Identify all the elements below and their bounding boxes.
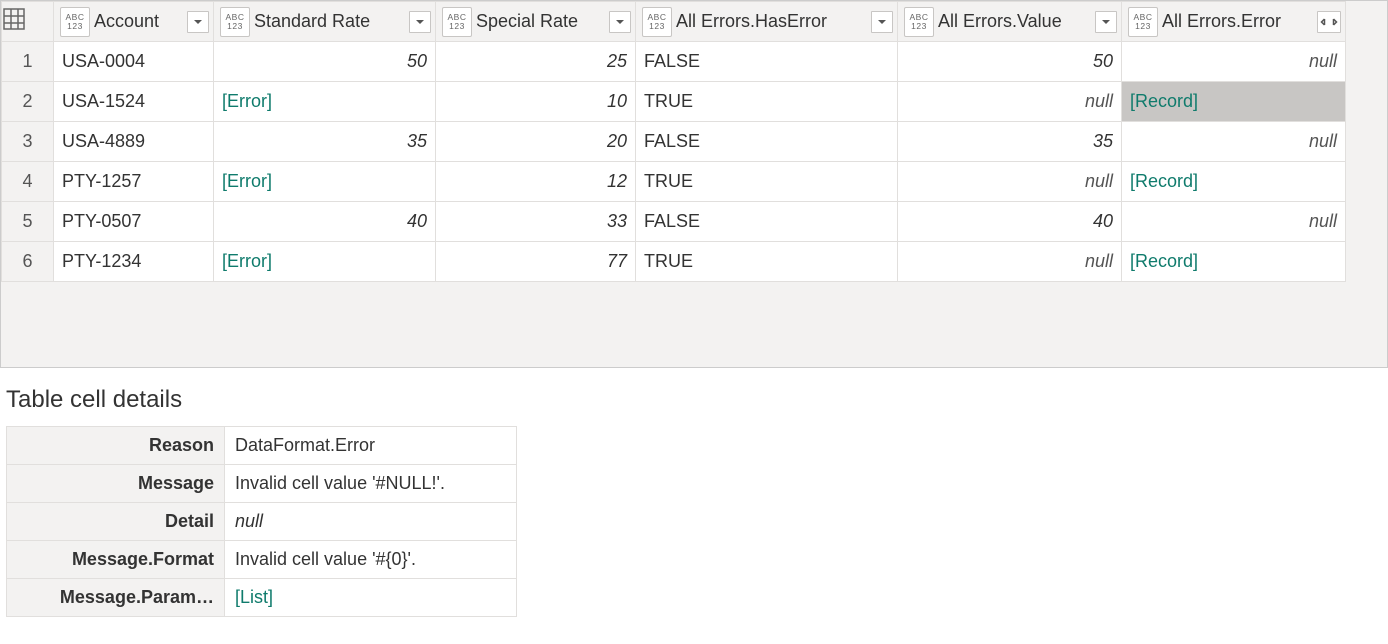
table-icon	[2, 7, 26, 31]
cell[interactable]: 20	[436, 122, 636, 162]
cell[interactable]: null	[898, 82, 1122, 122]
filter-dropdown-button[interactable]	[409, 11, 431, 33]
filter-dropdown-button[interactable]	[187, 11, 209, 33]
datatype-any-icon[interactable]: ABC123	[1128, 7, 1158, 37]
details-row: Detailnull	[7, 503, 517, 541]
details-value: null	[225, 503, 517, 541]
cell[interactable]: FALSE	[636, 42, 898, 82]
column-header-label: Account	[94, 11, 183, 32]
table-row[interactable]: 4PTY-1257[Error]12TRUEnull[Record]	[2, 162, 1346, 202]
table-row[interactable]: 1USA-00045025FALSE50null	[2, 42, 1346, 82]
cell[interactable]: 33	[436, 202, 636, 242]
cell[interactable]: 25	[436, 42, 636, 82]
row-number[interactable]: 2	[2, 82, 54, 122]
datatype-any-icon[interactable]: ABC123	[220, 7, 250, 37]
cell[interactable]: [Error]	[214, 82, 436, 122]
cell[interactable]: FALSE	[636, 202, 898, 242]
row-number[interactable]: 4	[2, 162, 54, 202]
cell[interactable]: null	[1122, 202, 1346, 242]
cell[interactable]: PTY-1257	[54, 162, 214, 202]
cell[interactable]: null	[1122, 122, 1346, 162]
details-label: Message	[7, 465, 225, 503]
row-number[interactable]: 5	[2, 202, 54, 242]
details-label: Message.Format	[7, 541, 225, 579]
cell[interactable]: null	[898, 162, 1122, 202]
cell[interactable]: [Record]	[1122, 82, 1346, 122]
cell[interactable]: TRUE	[636, 162, 898, 202]
details-table: ReasonDataFormat.ErrorMessageInvalid cel…	[6, 426, 517, 617]
cell[interactable]: 50	[214, 42, 436, 82]
cell[interactable]: [Error]	[214, 242, 436, 282]
row-number[interactable]: 6	[2, 242, 54, 282]
table-row[interactable]: 2USA-1524[Error]10TRUEnull[Record]	[2, 82, 1346, 122]
data-grid: ABC123AccountABC123Standard RateABC123Sp…	[0, 0, 1388, 368]
details-label: Message.Param…	[7, 579, 225, 617]
datatype-any-icon[interactable]: ABC123	[642, 7, 672, 37]
column-header[interactable]: ABC123All Errors.HasError	[636, 2, 898, 42]
table-row[interactable]: 6PTY-1234[Error]77TRUEnull[Record]	[2, 242, 1346, 282]
data-table: ABC123AccountABC123Standard RateABC123Sp…	[1, 1, 1346, 282]
details-body: ReasonDataFormat.ErrorMessageInvalid cel…	[7, 427, 517, 617]
details-row: ReasonDataFormat.Error	[7, 427, 517, 465]
cell[interactable]: USA-0004	[54, 42, 214, 82]
table-row[interactable]: 5PTY-05074033FALSE40null	[2, 202, 1346, 242]
row-number[interactable]: 3	[2, 122, 54, 162]
filter-dropdown-button[interactable]	[1095, 11, 1117, 33]
details-title: Table cell details	[6, 386, 1388, 414]
header-row: ABC123AccountABC123Standard RateABC123Sp…	[2, 2, 1346, 42]
cell[interactable]: USA-1524	[54, 82, 214, 122]
cell[interactable]: TRUE	[636, 242, 898, 282]
column-header-label: All Errors.HasError	[676, 11, 867, 32]
cell[interactable]: 35	[898, 122, 1122, 162]
column-header[interactable]: ABC123Standard Rate	[214, 2, 436, 42]
cell[interactable]: TRUE	[636, 82, 898, 122]
cell[interactable]: 77	[436, 242, 636, 282]
cell[interactable]: 50	[898, 42, 1122, 82]
cell[interactable]: 40	[898, 202, 1122, 242]
details-label: Reason	[7, 427, 225, 465]
datatype-any-icon[interactable]: ABC123	[904, 7, 934, 37]
column-header[interactable]: ABC123All Errors.Error	[1122, 2, 1346, 42]
cell[interactable]: [Record]	[1122, 242, 1346, 282]
cell[interactable]: 10	[436, 82, 636, 122]
cell[interactable]: USA-4889	[54, 122, 214, 162]
cell[interactable]: [Record]	[1122, 162, 1346, 202]
select-all-corner[interactable]	[2, 2, 54, 42]
filter-dropdown-button[interactable]	[609, 11, 631, 33]
details-value: Invalid cell value '#{0}'.	[225, 541, 517, 579]
cell[interactable]: null	[898, 242, 1122, 282]
column-header[interactable]: ABC123All Errors.Value	[898, 2, 1122, 42]
details-value: Invalid cell value '#NULL!'.	[225, 465, 517, 503]
cell[interactable]: null	[1122, 42, 1346, 82]
column-header[interactable]: ABC123Special Rate	[436, 2, 636, 42]
cell[interactable]: 35	[214, 122, 436, 162]
column-header-label: Standard Rate	[254, 11, 405, 32]
details-row: Message.Param…[List]	[7, 579, 517, 617]
details-value[interactable]: [List]	[225, 579, 517, 617]
details-label: Detail	[7, 503, 225, 541]
datatype-any-icon[interactable]: ABC123	[442, 7, 472, 37]
details-row: MessageInvalid cell value '#NULL!'.	[7, 465, 517, 503]
cell[interactable]: PTY-0507	[54, 202, 214, 242]
table-body: 1USA-00045025FALSE50null2USA-1524[Error]…	[2, 42, 1346, 282]
cell[interactable]: [Error]	[214, 162, 436, 202]
column-header-label: All Errors.Value	[938, 11, 1091, 32]
expand-column-button[interactable]	[1317, 11, 1341, 33]
table-row[interactable]: 3USA-48893520FALSE35null	[2, 122, 1346, 162]
row-number[interactable]: 1	[2, 42, 54, 82]
cell[interactable]: 12	[436, 162, 636, 202]
details-row: Message.FormatInvalid cell value '#{0}'.	[7, 541, 517, 579]
column-header-label: Special Rate	[476, 11, 605, 32]
cell[interactable]: PTY-1234	[54, 242, 214, 282]
cell[interactable]: FALSE	[636, 122, 898, 162]
datatype-any-icon[interactable]: ABC123	[60, 7, 90, 37]
column-header[interactable]: ABC123Account	[54, 2, 214, 42]
filter-dropdown-button[interactable]	[871, 11, 893, 33]
column-header-label: All Errors.Error	[1162, 11, 1313, 32]
details-value: DataFormat.Error	[225, 427, 517, 465]
cell[interactable]: 40	[214, 202, 436, 242]
